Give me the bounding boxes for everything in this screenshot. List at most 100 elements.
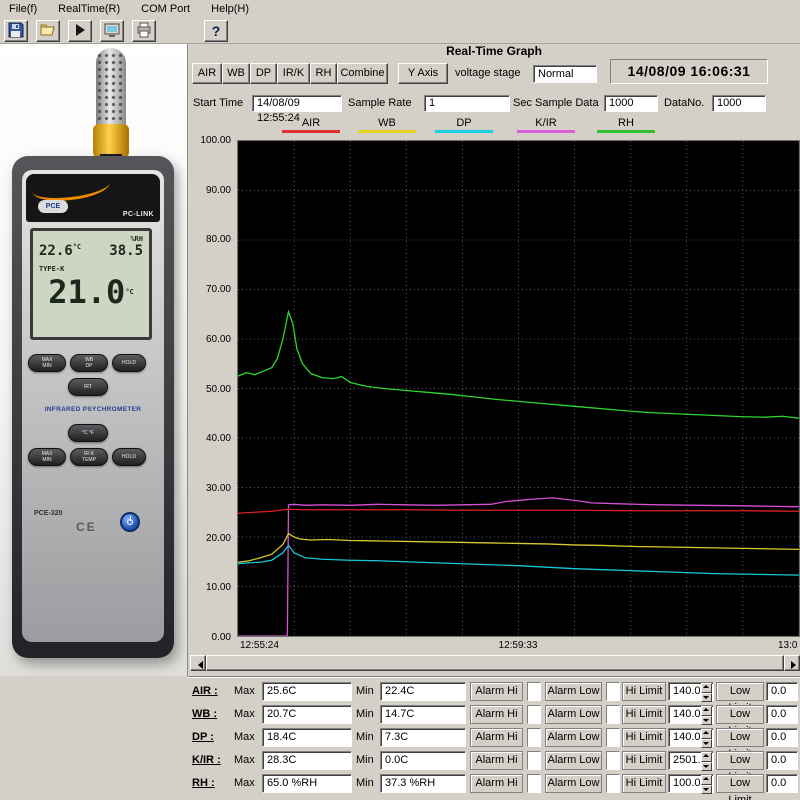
menu-bar: File(f) RealTime(R) COM Port Help(H) bbox=[0, 0, 800, 19]
scroll-left-arrow[interactable] bbox=[190, 655, 206, 671]
hi-limit-label: Hi Limit bbox=[622, 728, 666, 747]
start-time-value: 14/08/09 12:55:24 bbox=[252, 95, 342, 112]
hi-limit-input[interactable]: 140.0 bbox=[668, 682, 714, 701]
tab-air[interactable]: AIR bbox=[192, 63, 222, 84]
spinner-control[interactable] bbox=[701, 729, 712, 748]
min-value: 7.3C bbox=[380, 728, 466, 747]
device-model-label: PCE-320 bbox=[34, 510, 62, 517]
alarm-low-label: Alarm Low bbox=[545, 705, 602, 724]
y-tick: 20.00 bbox=[188, 533, 231, 544]
device-button-hold-2: HOLD bbox=[112, 448, 146, 466]
lcd-humidity: 38.5 bbox=[109, 243, 143, 259]
sample-rate-input[interactable]: 1 bbox=[424, 95, 510, 112]
spinner-control[interactable] bbox=[701, 775, 712, 794]
max-value: 28.3C bbox=[262, 751, 352, 770]
start-button[interactable] bbox=[68, 20, 92, 42]
horizontal-scrollbar[interactable] bbox=[190, 655, 800, 671]
low-limit-label: Low Limit bbox=[716, 774, 764, 793]
tab-wb[interactable]: WB bbox=[222, 63, 250, 84]
menu-com-port[interactable]: COM Port bbox=[132, 0, 199, 17]
save-button[interactable] bbox=[4, 20, 28, 42]
device-front: PCE PC-LINK %RH 22.6°C 38.5 TYPE-K 21.0°… bbox=[22, 170, 164, 642]
device-product-label: INFRARED PSYCHROMETER bbox=[22, 406, 164, 413]
low-limit-input[interactable]: 0.0 bbox=[766, 705, 798, 724]
device-button-wb-dp: WBDP bbox=[70, 354, 108, 372]
legend-color-bar bbox=[517, 130, 575, 133]
menu-file[interactable]: File(f) bbox=[0, 0, 46, 17]
low-limit-input[interactable]: 0.0 bbox=[766, 728, 798, 747]
start-time-label: Start Time bbox=[193, 97, 243, 109]
save-icon bbox=[8, 22, 24, 41]
device-button-max-min: MAXMIN bbox=[28, 354, 66, 372]
scrollbar-thumb[interactable] bbox=[206, 655, 784, 671]
legend-color-bar bbox=[597, 130, 655, 133]
open-icon bbox=[40, 22, 56, 41]
lcd-display: %RH 22.6°C 38.5 TYPE-K 21.0°C bbox=[30, 228, 152, 340]
min-label: Min bbox=[356, 774, 380, 793]
alarm-hi-label: Alarm Hi bbox=[470, 751, 523, 770]
open-button[interactable] bbox=[36, 20, 60, 42]
alarm-low-label: Alarm Low bbox=[545, 774, 602, 793]
y-axis-button[interactable]: Y Axis bbox=[398, 63, 448, 84]
legend-color-bar bbox=[435, 130, 493, 133]
low-limit-input[interactable]: 0.0 bbox=[766, 682, 798, 701]
tab-irk[interactable]: IR/K bbox=[277, 63, 310, 84]
page-title: Real-Time Graph bbox=[188, 44, 800, 58]
menu-help[interactable]: Help(H) bbox=[202, 0, 258, 17]
hi-limit-label: Hi Limit bbox=[622, 682, 666, 701]
y-tick: 50.00 bbox=[188, 384, 231, 395]
table-row-dp: DP :Max18.4CMin7.3CAlarm HiAlarm LowHi L… bbox=[188, 728, 800, 748]
tab-combine[interactable]: Combine bbox=[337, 63, 388, 84]
print-button[interactable] bbox=[132, 20, 156, 42]
hi-limit-input[interactable]: 2501.0 bbox=[668, 751, 714, 770]
alarm-hi-lamp bbox=[527, 682, 541, 701]
sample-data-value: 1000 bbox=[604, 95, 658, 112]
readings-table: AIR :Max25.6CMin22.4CAlarm HiAlarm LowHi… bbox=[188, 682, 800, 797]
y-tick: 90.00 bbox=[188, 185, 231, 196]
y-tick: 100.00 bbox=[188, 135, 231, 146]
max-value: 65.0 %RH bbox=[262, 774, 352, 793]
voltage-stage-value[interactable]: Normal bbox=[533, 65, 597, 83]
y-tick: 80.00 bbox=[188, 234, 231, 245]
device-body: PCE PC-LINK %RH 22.6°C 38.5 TYPE-K 21.0°… bbox=[12, 156, 174, 658]
hi-limit-input[interactable]: 140.0 bbox=[668, 728, 714, 747]
brand-logo: PCE bbox=[38, 200, 68, 213]
low-limit-label: Low Limit bbox=[716, 728, 764, 747]
power-button bbox=[120, 512, 140, 532]
hi-limit-input[interactable]: 140.0 bbox=[668, 705, 714, 724]
hi-limit-input[interactable]: 100.0 bbox=[668, 774, 714, 793]
tab-rh[interactable]: RH bbox=[310, 63, 337, 84]
max-label: Max bbox=[234, 728, 260, 747]
row-name: DP : bbox=[192, 728, 236, 747]
low-limit-input[interactable]: 0.0 bbox=[766, 751, 798, 770]
device-button-irk-temp: IR-KTEMP bbox=[70, 448, 108, 466]
monitor-icon bbox=[104, 22, 120, 41]
alarm-hi-lamp bbox=[527, 705, 541, 724]
tab-dp[interactable]: DP bbox=[250, 63, 277, 84]
alarm-hi-label: Alarm Hi bbox=[470, 682, 523, 701]
toolbar: ? bbox=[0, 19, 800, 44]
spinner-control[interactable] bbox=[701, 706, 712, 725]
legend-item-kir: K/IR bbox=[517, 117, 575, 133]
max-value: 20.7C bbox=[262, 705, 352, 724]
device-button-irt: IRT bbox=[68, 378, 108, 396]
alarm-hi-label: Alarm Hi bbox=[470, 774, 523, 793]
max-label: Max bbox=[234, 774, 260, 793]
monitor-button[interactable] bbox=[100, 20, 124, 42]
realtime-clock: 14/08/09 16:06:31 bbox=[610, 59, 768, 84]
probe-collar bbox=[93, 124, 129, 158]
alarm-low-lamp bbox=[606, 682, 620, 701]
legend-color-bar bbox=[358, 130, 416, 133]
low-limit-input[interactable]: 0.0 bbox=[766, 774, 798, 793]
help-button[interactable]: ? bbox=[204, 20, 228, 42]
x-tick-middle: 12:59:33 bbox=[478, 640, 558, 651]
max-label: Max bbox=[234, 751, 260, 770]
spinner-control[interactable] bbox=[701, 683, 712, 702]
sample-rate-label: Sample Rate bbox=[348, 97, 412, 109]
menu-realtime[interactable]: RealTime(R) bbox=[49, 0, 129, 17]
row-name: WB : bbox=[192, 705, 236, 724]
scroll-right-arrow[interactable] bbox=[784, 655, 800, 671]
play-icon bbox=[72, 22, 88, 41]
legend-item-wb: WB bbox=[358, 117, 416, 133]
spinner-control[interactable] bbox=[701, 752, 712, 771]
